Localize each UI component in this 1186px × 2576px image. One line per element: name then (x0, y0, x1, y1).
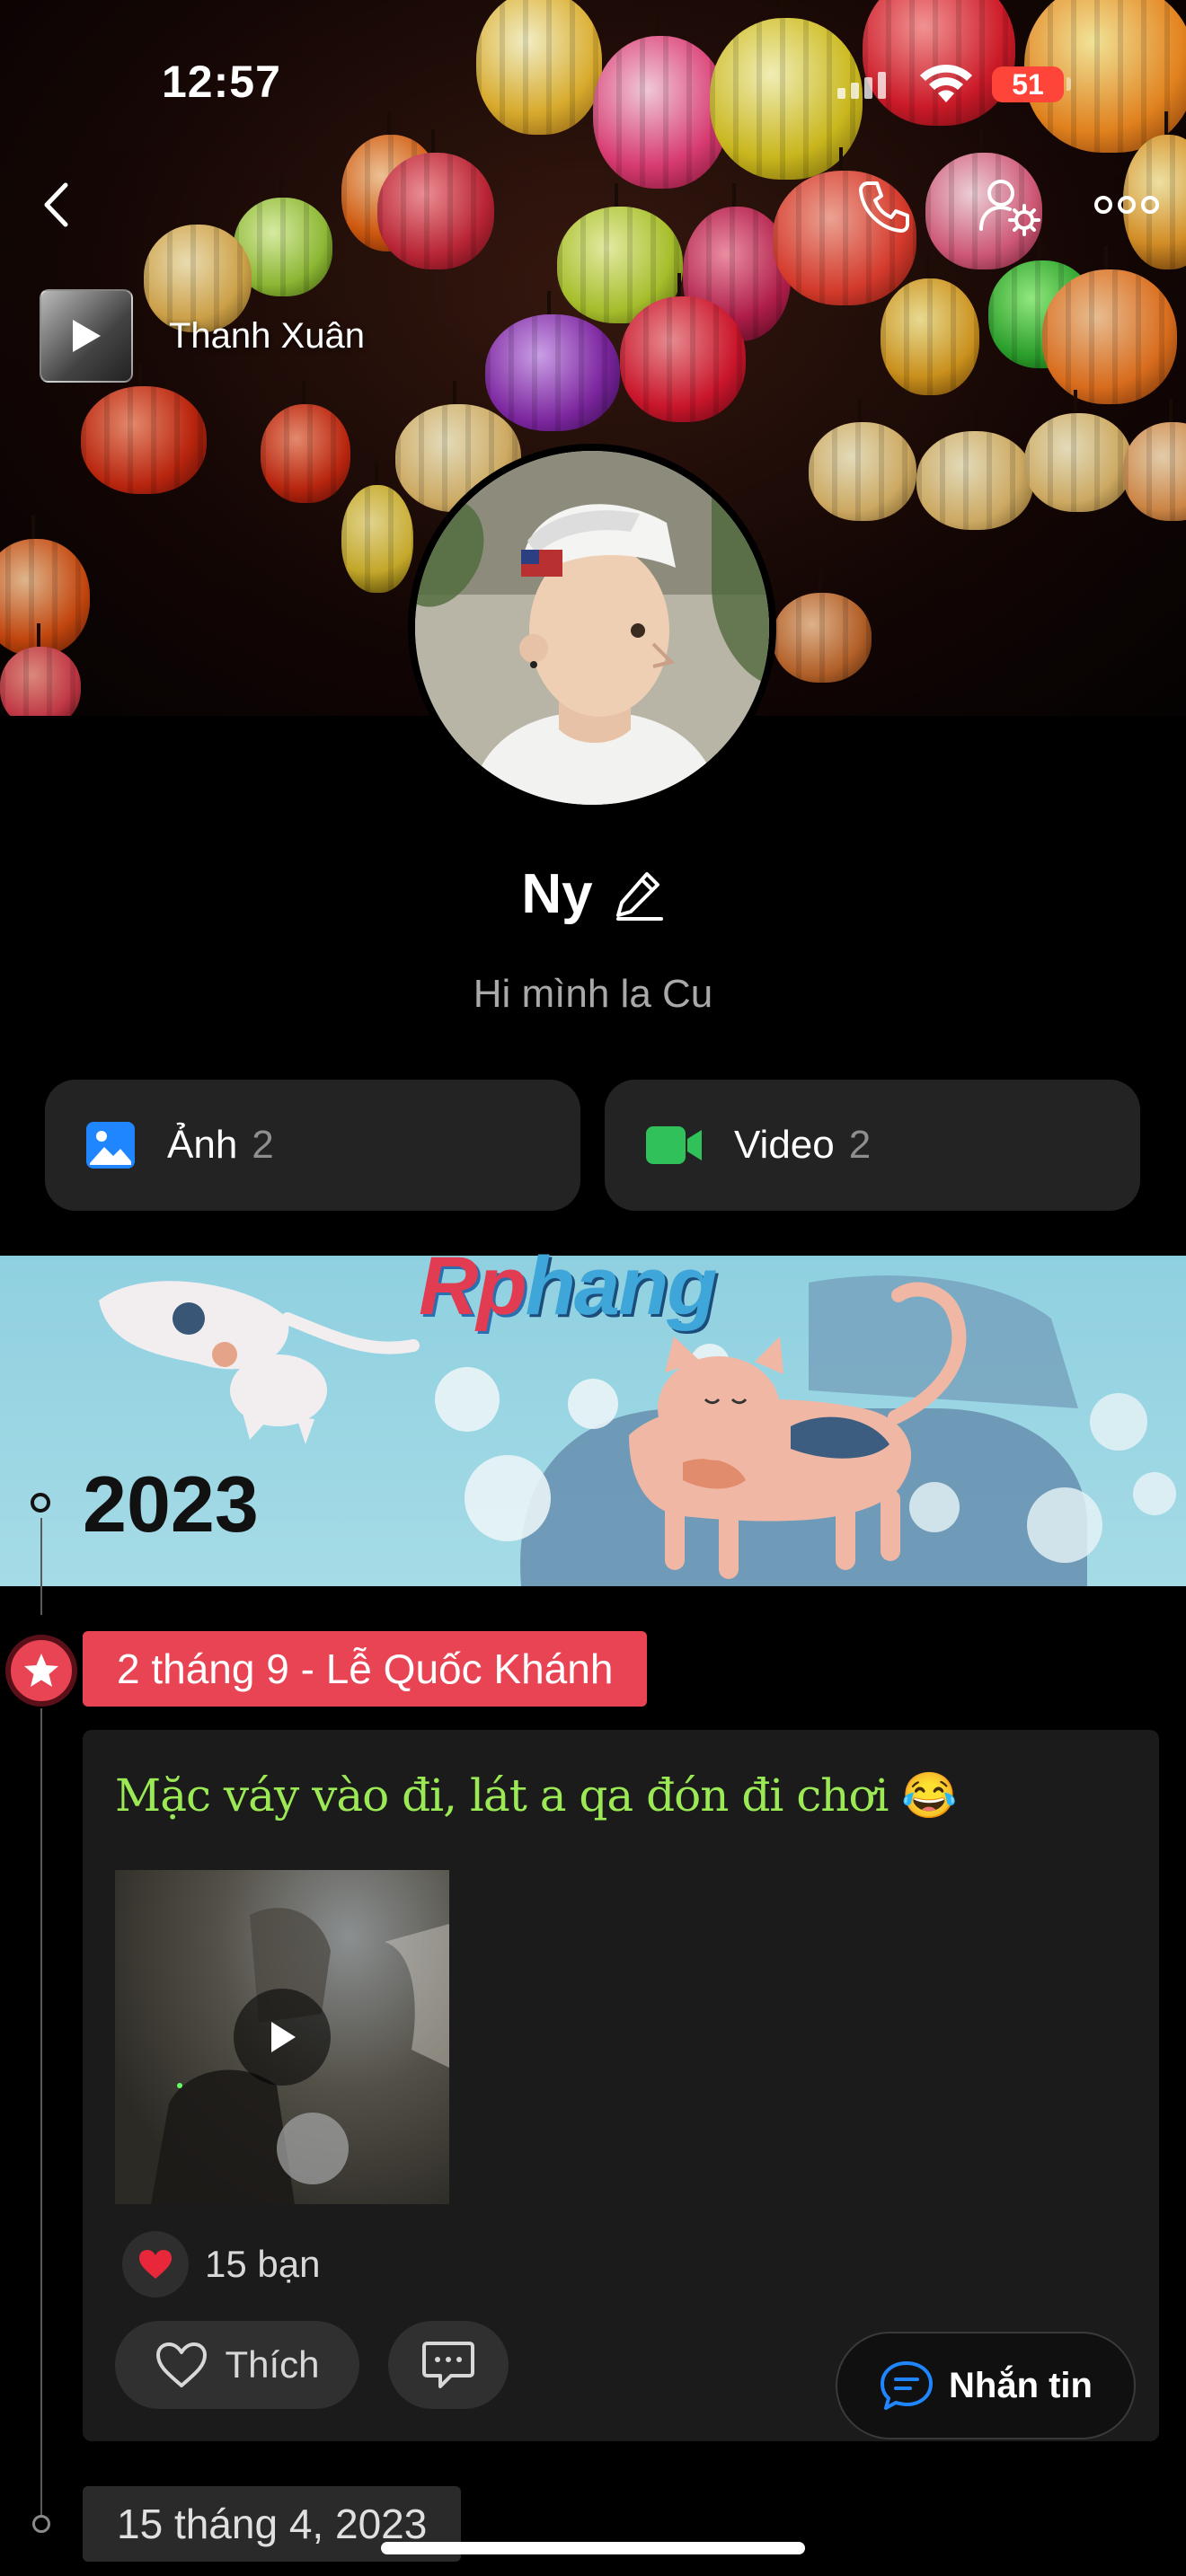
star-icon (24, 1654, 58, 1687)
timeline-year-dot (31, 1493, 50, 1513)
battery-tip (1067, 77, 1071, 91)
profile-name: Ny (521, 863, 593, 925)
avatar[interactable] (408, 444, 776, 812)
back-button[interactable] (27, 172, 84, 237)
banner-watermark: Rphang (419, 1239, 718, 1334)
send-message-label: Nhắn tin (949, 2365, 1093, 2405)
wifi-icon (920, 64, 972, 102)
post-text: Mặc váy vào đi, lát a qa đón đi chơi 😂 (115, 1769, 958, 1822)
play-icon (271, 2022, 296, 2052)
profile-music[interactable]: Thanh Xuân (40, 289, 365, 383)
play-icon (73, 320, 101, 352)
phone-icon (859, 181, 909, 233)
post-video-thumbnail[interactable] (115, 1870, 449, 2204)
profile-settings-button[interactable] (972, 172, 1046, 241)
chevron-left-icon (44, 182, 68, 227)
like-button[interactable]: Thích (115, 2321, 359, 2409)
heart-icon (139, 2250, 172, 2279)
status-time: 12:57 (162, 57, 281, 107)
photos-label: Ảnh (167, 1123, 238, 1167)
call-button[interactable] (848, 172, 920, 241)
profile-bio: Hi mình la Cu (473, 972, 713, 1016)
heart-outline-icon (156, 2342, 208, 2387)
reaction-count: 15 bạn (205, 2243, 321, 2285)
pencil-icon[interactable] (613, 869, 665, 921)
profile-name-row: Ny (0, 862, 1186, 926)
music-thumbnail (40, 289, 133, 383)
home-indicator (381, 2542, 805, 2554)
event-tag[interactable]: 2 tháng 9 - Lễ Quốc Khánh (83, 1631, 648, 1707)
event-star-badge (5, 1635, 77, 1707)
photos-button[interactable]: Ảnh 2 (45, 1080, 580, 1211)
timeline-line (40, 1518, 42, 1615)
timeline-year: 2023 (83, 1460, 259, 1548)
watermark-part-b: hang (525, 1240, 718, 1332)
status-bar: 12:57 51 (0, 0, 1186, 171)
comment-icon (422, 2342, 474, 2388)
heart-reaction-icon (122, 2231, 189, 2298)
video-camera-icon (646, 1126, 702, 1164)
music-title: Thanh Xuân (169, 315, 365, 356)
videos-count: 2 (848, 1123, 872, 1167)
reaction-summary[interactable]: 15 bạn (122, 2231, 320, 2298)
image-icon (86, 1122, 135, 1169)
timeline-date-dot (32, 2515, 50, 2533)
battery-level: 51 (992, 66, 1064, 102)
like-label: Thích (225, 2343, 320, 2386)
chat-bubble-icon (881, 2361, 933, 2410)
photos-count: 2 (252, 1123, 274, 1167)
more-horizontal-icon (1094, 196, 1159, 214)
timeline-line (40, 1708, 42, 2517)
videos-button[interactable]: Video 2 (605, 1080, 1140, 1211)
user-settings-icon (979, 180, 1040, 236)
videos-label: Video (734, 1123, 835, 1167)
send-message-button[interactable]: Nhắn tin (836, 2332, 1136, 2439)
avatar-photo (415, 451, 769, 805)
watermark-part-a: Rp (419, 1240, 527, 1332)
comment-button[interactable] (388, 2321, 509, 2409)
video-play-button[interactable] (234, 1989, 331, 2086)
cellular-signal-icon (837, 72, 886, 99)
more-button[interactable] (1089, 176, 1164, 234)
